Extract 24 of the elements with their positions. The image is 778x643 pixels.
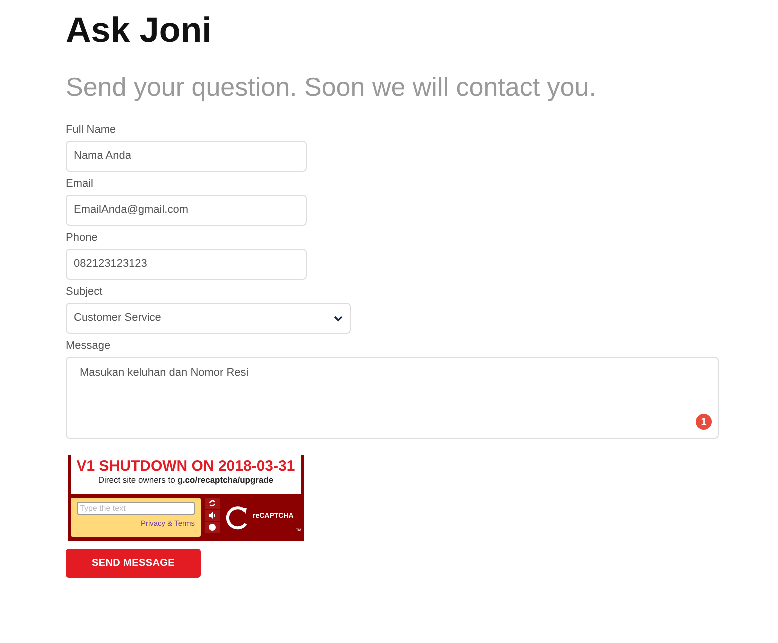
captcha-input[interactable]: Type the text: [77, 502, 195, 515]
page-subtitle: Send your question. Soon we will contact you.: [66, 72, 598, 102]
text-field[interactable]: Nama Anda: [66, 141, 307, 172]
field-label: Email: [66, 178, 95, 191]
chevron-icon: [334, 316, 343, 322]
refresh-button[interactable]: [205, 498, 220, 509]
notification-badge: 1: [696, 414, 712, 430]
send-button[interactable]: SEND MESSAGE: [66, 549, 201, 578]
text-field[interactable]: EmailAnda@gmail.com: [66, 195, 307, 226]
page-title: Ask Joni: [66, 10, 213, 52]
field-label: Subject: [66, 286, 104, 299]
field-label: Message: [66, 340, 112, 353]
message-field[interactable]: Masukan keluhan dan Nomor Resi 1: [66, 357, 719, 439]
captcha-headline: V1 SHUTDOWN ON 2018-03-31: [76, 458, 296, 475]
captcha-notice: Direct site owners to g.co/recaptcha/upgrade: [97, 475, 275, 486]
refresh-icon: [208, 499, 217, 508]
speaker-button[interactable]: [205, 510, 220, 521]
help-icon: [208, 523, 217, 532]
field-label: Phone: [66, 232, 99, 245]
subject-dropdown[interactable]: Customer Service: [66, 303, 351, 334]
speaker-icon: [208, 511, 217, 520]
text-field[interactable]: 082123123123: [66, 249, 307, 280]
help-button[interactable]: [205, 522, 220, 533]
field-label: Full Name: [66, 124, 118, 137]
